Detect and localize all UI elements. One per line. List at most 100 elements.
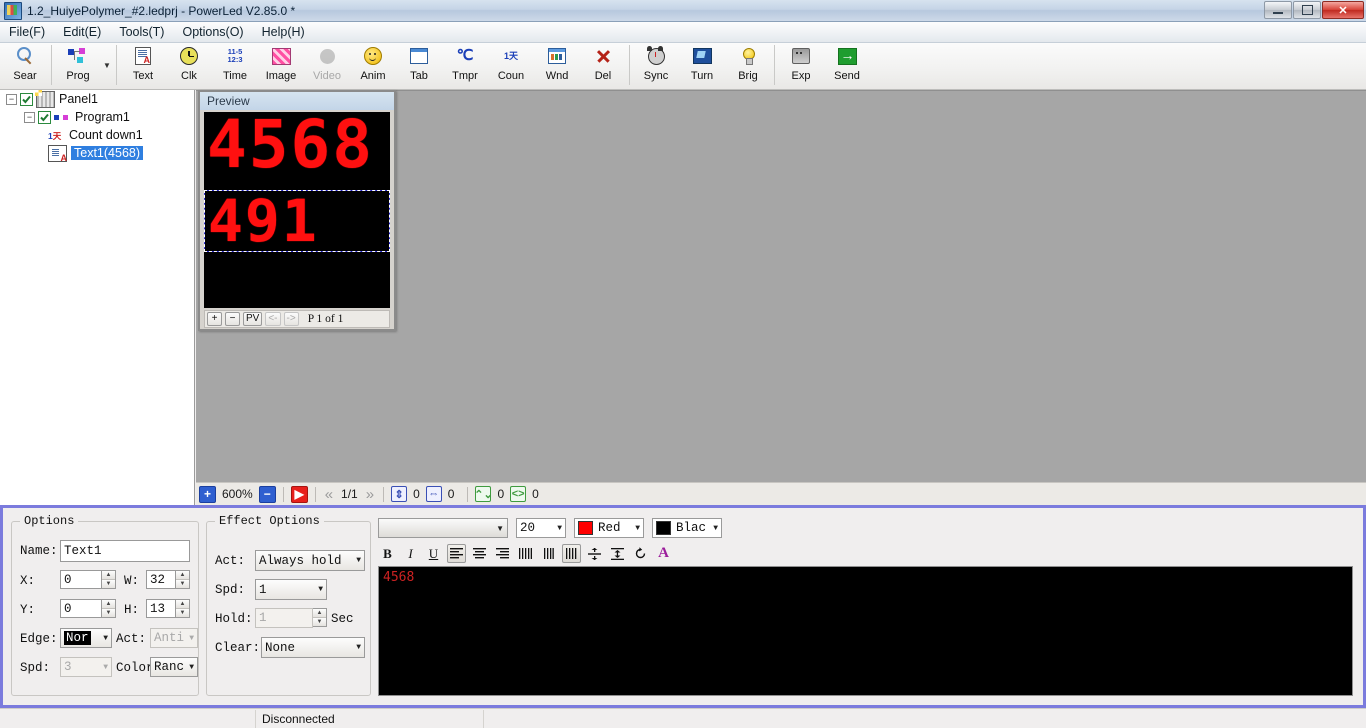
toolbar-button-brightness[interactable]: Brig	[725, 43, 771, 88]
reset-rotate-button[interactable]	[631, 544, 650, 563]
font-toolbar-row1: ▼ 20 ▼ Red ▼ Blac ▼	[378, 518, 722, 538]
y-input[interactable]: 0	[60, 599, 102, 618]
preview-zoom-out-button[interactable]: −	[225, 312, 240, 326]
collapse-expander-icon[interactable]: −	[24, 111, 35, 123]
tree-node-countdown1[interactable]: 1天 Count down1	[0, 126, 194, 144]
canvas-first-page-button[interactable]: «	[323, 487, 335, 502]
edge-value: Nor	[64, 631, 91, 645]
tree-node-program1[interactable]: − Program1	[0, 108, 194, 126]
name-label: Name:	[20, 544, 58, 558]
font-color-button[interactable]: A	[654, 544, 673, 563]
x-stepper-down[interactable]: ▼	[102, 580, 115, 588]
underline-button[interactable]: U	[424, 544, 443, 563]
font-family-dropdown[interactable]: ▼	[378, 518, 508, 538]
toolbar-button-program[interactable]: Prog	[55, 43, 101, 88]
align-left-button[interactable]	[447, 544, 466, 563]
toolbar-button-image[interactable]: Image	[258, 43, 304, 88]
toolbar-button-clock[interactable]: Clk	[166, 43, 212, 88]
canvas-page-indicator: 1/1	[341, 487, 358, 501]
y-stepper-down[interactable]: ▼	[102, 609, 115, 617]
preview-zoom-in-button[interactable]: +	[207, 312, 222, 326]
x-stepper[interactable]: ▲ ▼	[102, 570, 116, 589]
toolbar-button-sync[interactable]: Sync	[633, 43, 679, 88]
toolbar-label-search: Sear	[13, 70, 37, 82]
toolbar-button-window[interactable]: Wnd	[534, 43, 580, 88]
align-vertical-center-button[interactable]	[585, 544, 604, 563]
w-stepper-down[interactable]: ▼	[176, 580, 189, 588]
checkbox-panel1[interactable]	[20, 92, 33, 106]
collapse-expander-icon[interactable]: −	[6, 93, 17, 105]
toolbar-button-send[interactable]: Send	[824, 43, 870, 88]
edge-label: Edge:	[20, 632, 58, 646]
vertical-size-value: 0	[497, 487, 505, 501]
text-editor-content[interactable]: 4568	[379, 567, 1352, 588]
toolbar-button-turn[interactable]: Turn	[679, 43, 725, 88]
menu-item-edit[interactable]: Edit(E)	[54, 23, 110, 41]
preview-row-2-text: 491	[208, 190, 319, 252]
effect-act-dropdown[interactable]: Always hold ▼	[255, 550, 365, 571]
checkbox-program1[interactable]	[38, 110, 51, 124]
toolbar-button-tab[interactable]: Tab	[396, 43, 442, 88]
maximize-restore-button[interactable]	[1293, 1, 1321, 19]
h-input[interactable]: 13	[146, 599, 176, 618]
italic-button[interactable]: I	[401, 544, 420, 563]
preview-row-2[interactable]: 491	[204, 190, 390, 252]
preview-pv-button[interactable]: PV	[243, 312, 263, 326]
font-size-dropdown[interactable]: 20 ▼	[516, 518, 566, 538]
canvas-play-button[interactable]: ▶	[290, 485, 308, 503]
minimize-button[interactable]	[1264, 1, 1292, 19]
menu-item-tools[interactable]: Tools(T)	[110, 23, 173, 41]
back-color-dropdown[interactable]: Blac ▼	[652, 518, 722, 538]
h-stepper[interactable]: ▲ ▼	[176, 599, 190, 618]
menu-item-help[interactable]: Help(H)	[253, 23, 314, 41]
name-input[interactable]: Text1	[60, 540, 190, 562]
preview-window[interactable]: Preview 4568 491 + − PV <- -> P 1 of 1	[198, 90, 396, 331]
chevron-down-icon[interactable]: ▼	[101, 43, 113, 88]
x-stepper-up[interactable]: ▲	[102, 571, 115, 580]
toolbar-button-time[interactable]: 11-5 12:3 Time	[212, 43, 258, 88]
h-stepper-down[interactable]: ▼	[176, 609, 189, 617]
align-center-button[interactable]	[470, 544, 489, 563]
bold-button[interactable]: B	[378, 544, 397, 563]
tree-node-panel1[interactable]: − Panel1	[0, 90, 194, 108]
canvas-last-page-button[interactable]: »	[364, 487, 376, 502]
fore-color-dropdown[interactable]: Red ▼	[574, 518, 644, 538]
edge-dropdown[interactable]: Nor ▼	[60, 628, 112, 648]
spacing-normal-button[interactable]	[562, 544, 581, 563]
toolbar-button-export[interactable]: Exp	[778, 43, 824, 88]
spacing-wide-button[interactable]	[516, 544, 535, 563]
spacing-narrow-button[interactable]	[539, 544, 558, 563]
line-spacing-button[interactable]	[608, 544, 627, 563]
close-button[interactable]: ✕	[1322, 1, 1364, 19]
preview-led-body[interactable]: 4568 491	[204, 112, 390, 308]
align-right-button[interactable]	[493, 544, 512, 563]
toolbar-button-anim[interactable]: Anim	[350, 43, 396, 88]
toolbar-button-tmpr[interactable]: ℃ Tmpr	[442, 43, 488, 88]
menu-item-file[interactable]: File(F)	[0, 23, 54, 41]
tree-label-panel1: Panel1	[59, 92, 98, 106]
toolbar-button-search[interactable]: Sear	[2, 43, 48, 88]
y-stepper-up[interactable]: ▲	[102, 600, 115, 609]
color-dropdown[interactable]: Ranc ▼	[150, 657, 198, 677]
toolbar-button-delete[interactable]: Del	[580, 43, 626, 88]
preview-row-1-text: 4568	[207, 112, 374, 183]
toolbar-button-text[interactable]: Text	[120, 43, 166, 88]
canvas-zoom-in-button[interactable]: +	[199, 485, 216, 503]
text-editor[interactable]: 4568	[378, 566, 1353, 696]
effect-spd-dropdown[interactable]: 1 ▼	[255, 579, 327, 600]
preview-row-1[interactable]: 4568	[204, 112, 390, 185]
effect-clear-dropdown[interactable]: None ▼	[261, 637, 365, 658]
w-stepper[interactable]: ▲ ▼	[176, 570, 190, 589]
y-stepper[interactable]: ▲ ▼	[102, 599, 116, 618]
toolbar-button-counter[interactable]: 1天 Coun	[488, 43, 534, 88]
h-stepper-up[interactable]: ▲	[176, 600, 189, 609]
canvas-zoom-out-button[interactable]: −	[258, 485, 276, 503]
window-title: 1.2_HuiyePolymer_#2.ledprj - PowerLed V2…	[27, 3, 296, 18]
project-tree-panel[interactable]: − Panel1 − Program1 1天 Count down1 A Tex…	[0, 90, 195, 505]
w-input[interactable]: 32	[146, 570, 176, 589]
w-stepper-up[interactable]: ▲	[176, 571, 189, 580]
effect-act-value: Always hold	[259, 553, 342, 568]
tree-node-text1[interactable]: Text1(4568)	[0, 144, 194, 163]
menu-item-options[interactable]: Options(O)	[173, 23, 252, 41]
x-input[interactable]: 0	[60, 570, 102, 589]
